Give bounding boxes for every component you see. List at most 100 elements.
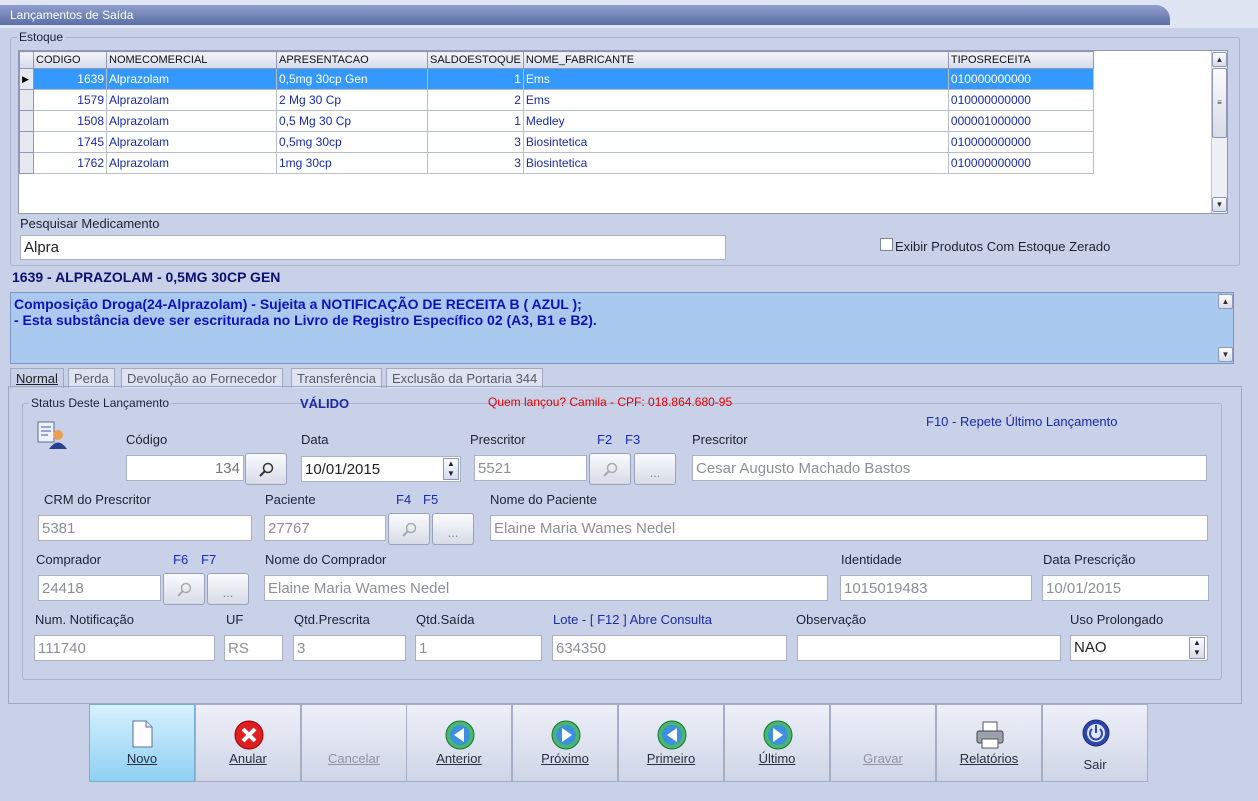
scroll-up-icon[interactable]: ▲ (1212, 52, 1227, 67)
data-prescricao-input[interactable] (1042, 575, 1209, 601)
col-header-tiposreceita[interactable]: TIPOSRECEITA (947, 51, 1094, 69)
prescritor-code-input[interactable] (474, 455, 587, 481)
col-header-nome-fabricante[interactable]: NOME_FABRICANTE (522, 51, 949, 69)
cell-tiposreceita[interactable]: 010000000000 (947, 68, 1094, 90)
codigo-input[interactable] (126, 455, 244, 481)
cell-nome-fabricante[interactable]: Biosintetica (522, 152, 949, 174)
cell-saldoestoque[interactable]: 1 (427, 110, 524, 132)
cell-apresentacao[interactable]: 0,5mg 30cp (276, 131, 428, 153)
cell-tiposreceita[interactable]: 010000000000 (947, 152, 1094, 174)
cell-apresentacao[interactable]: 2 Mg 30 Cp (276, 89, 428, 111)
cancelar-label: Cancelar (327, 751, 381, 766)
cell-codigo[interactable]: 1508 (33, 110, 107, 132)
paciente-new-button[interactable]: ... (432, 513, 474, 545)
primeiro-button[interactable]: Primeiro (618, 704, 724, 782)
nome-paciente-input[interactable] (490, 515, 1208, 541)
data-label: Data (301, 432, 329, 447)
proximo-button[interactable]: Próximo (512, 704, 618, 782)
scroll-up-icon[interactable]: ▲ (1218, 294, 1233, 309)
zero-stock-checkbox[interactable] (880, 238, 893, 251)
table-row[interactable]: 1508 Alprazolam 0,5 Mg 30 Cp 1 Medley 00… (19, 110, 1094, 132)
col-header-codigo[interactable]: CODIGO (33, 51, 107, 69)
date-spin-icon[interactable]: ▲ ▼ (443, 458, 459, 480)
cell-saldoestoque[interactable]: 2 (427, 89, 524, 111)
tab-exclusao[interactable]: Exclusão da Portaria 344 (386, 368, 544, 388)
cell-saldoestoque[interactable]: 1 (427, 68, 524, 90)
relatorios-button[interactable]: Relatórios (936, 704, 1042, 782)
chevron-down-icon[interactable]: ▲ ▼ (1189, 637, 1205, 659)
novo-button[interactable]: Novo (89, 704, 195, 782)
cell-codigo[interactable]: 1745 (33, 131, 107, 153)
tab-devolucao[interactable]: Devolução ao Fornecedor (121, 368, 283, 388)
cell-nomecomercial[interactable]: Alprazolam (106, 131, 277, 153)
prescritor-new-button[interactable]: ... (634, 453, 676, 485)
cancelar-button[interactable]: Cancelar (301, 704, 407, 782)
scroll-thumb[interactable]: ≡ (1212, 68, 1227, 138)
lote-input[interactable] (552, 635, 787, 661)
cell-apresentacao[interactable]: 1mg 30cp (276, 152, 428, 174)
qtd-prescrita-input[interactable] (293, 635, 406, 661)
identidade-input[interactable] (840, 575, 1032, 601)
paciente-code-input[interactable] (264, 515, 386, 541)
nome-comprador-input[interactable] (264, 575, 828, 601)
table-row[interactable]: 1762 Alprazolam 1mg 30cp 3 Biosintetica … (19, 152, 1094, 174)
uso-prolongado-select[interactable]: NAO (1070, 635, 1208, 661)
col-header-apresentacao[interactable]: APRESENTACAO (276, 51, 428, 69)
cell-apresentacao[interactable]: 0,5 Mg 30 Cp (276, 110, 428, 132)
cell-codigo[interactable]: 1579 (33, 89, 107, 111)
cell-nome-fabricante[interactable]: Ems (522, 68, 949, 90)
cell-tiposreceita[interactable]: 010000000000 (947, 131, 1094, 153)
relatorios-label: Relatórios (959, 751, 1019, 766)
col-header-nomecomercial[interactable]: NOMECOMERCIAL (106, 51, 277, 69)
f3-hint: F3 (625, 432, 641, 447)
anterior-button[interactable]: Anterior (406, 704, 512, 782)
grid-scrollbar[interactable]: ▲ ≡ ▼ (1211, 51, 1227, 213)
uf-input[interactable] (224, 635, 283, 661)
prescritor-nome-input[interactable] (692, 455, 1207, 481)
cell-codigo[interactable]: 1762 (33, 152, 107, 174)
codigo-search-button[interactable] (245, 453, 287, 485)
comprador-code-input[interactable] (38, 575, 161, 601)
tab-normal[interactable]: Normal (10, 368, 64, 388)
prescritor-search-button[interactable] (589, 453, 631, 485)
search-input[interactable] (20, 235, 726, 260)
paciente-search-button[interactable] (388, 513, 430, 545)
new-document-icon (132, 720, 153, 748)
ultimo-button[interactable]: Último (724, 704, 830, 782)
cell-nomecomercial[interactable]: Alprazolam (106, 110, 277, 132)
col-header-saldoestoque[interactable]: SALDOESTOQUE (427, 51, 524, 69)
cell-nome-fabricante[interactable]: Medley (522, 110, 949, 132)
cell-apresentacao[interactable]: 0,5mg 30cp Gen (276, 68, 428, 90)
table-row[interactable]: 1579 Alprazolam 2 Mg 30 Cp 2 Ems 0100000… (19, 89, 1094, 111)
data-input[interactable] (301, 456, 461, 482)
cell-nomecomercial[interactable]: Alprazolam (106, 68, 277, 90)
gravar-button[interactable]: Gravar (830, 704, 936, 782)
cell-tiposreceita[interactable]: 010000000000 (947, 89, 1094, 111)
codigo-label: Código (126, 432, 168, 447)
cell-tiposreceita[interactable]: 000001000000 (947, 110, 1094, 132)
cell-nome-fabricante[interactable]: Biosintetica (522, 131, 949, 153)
lote-label[interactable]: Lote - [ F12 ] Abre Consulta (553, 612, 712, 627)
anular-button[interactable]: Anular (195, 704, 301, 782)
qtd-saida-input[interactable] (415, 635, 542, 661)
tab-transferencia[interactable]: Transferência (291, 368, 382, 388)
num-notificacao-input[interactable] (34, 635, 215, 661)
scroll-down-icon[interactable]: ▼ (1218, 347, 1233, 362)
cell-nome-fabricante[interactable]: Ems (522, 89, 949, 111)
comprador-search-button[interactable] (163, 573, 205, 605)
first-record-icon (657, 720, 687, 750)
cell-saldoestoque[interactable]: 3 (427, 152, 524, 174)
cell-nomecomercial[interactable]: Alprazolam (106, 89, 277, 111)
sair-button[interactable]: Sair (1042, 704, 1148, 782)
crm-input[interactable] (38, 515, 252, 541)
scroll-down-icon[interactable]: ▼ (1212, 197, 1227, 212)
observacao-input[interactable] (797, 635, 1061, 661)
cell-saldoestoque[interactable]: 3 (427, 131, 524, 153)
cell-codigo[interactable]: 1639 (33, 68, 107, 90)
stock-grid[interactable]: CODIGO NOMECOMERCIAL APRESENTACAO SALDOE… (18, 50, 1228, 214)
tab-perda[interactable]: Perda (68, 368, 115, 388)
cell-nomecomercial[interactable]: Alprazolam (106, 152, 277, 174)
table-row[interactable]: 1745 Alprazolam 0,5mg 30cp 3 Biosintetic… (19, 131, 1094, 153)
table-row[interactable]: ▶ 1639 Alprazolam 0,5mg 30cp Gen 1 Ems 0… (19, 68, 1094, 90)
comprador-new-button[interactable]: ... (207, 573, 249, 605)
